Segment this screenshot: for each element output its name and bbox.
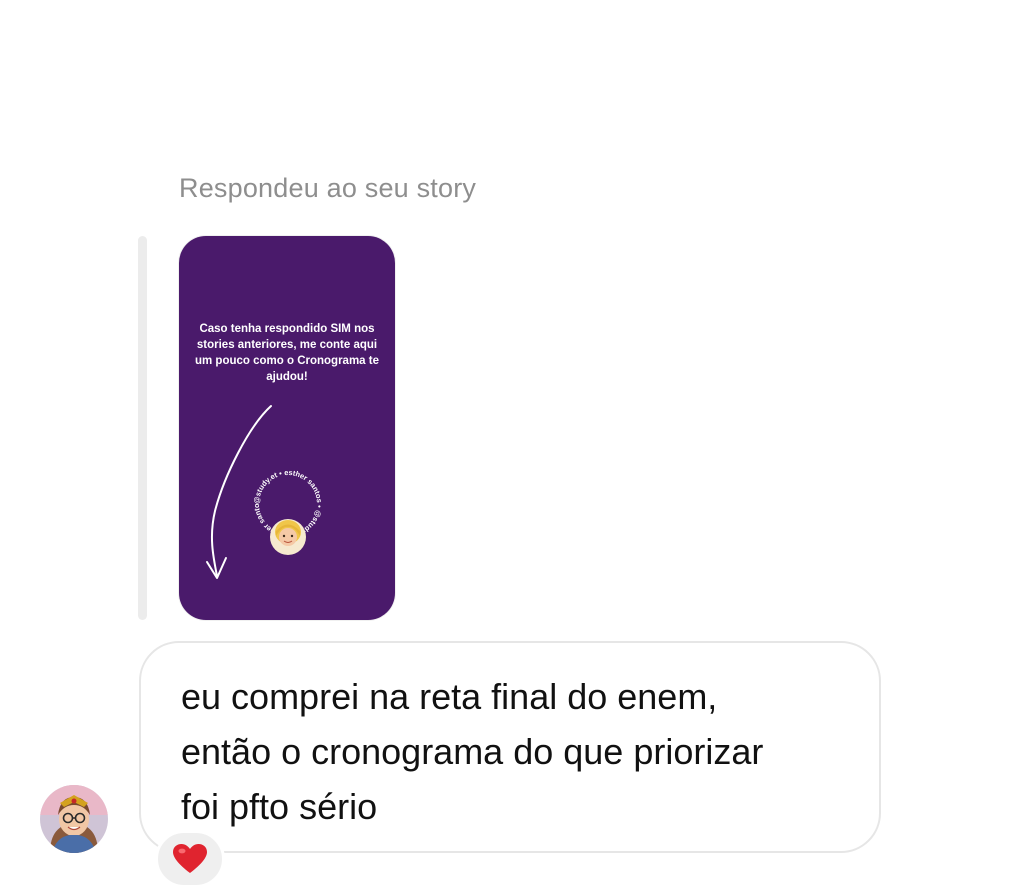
user-avatar-icon <box>40 785 108 853</box>
avatar[interactable] <box>40 785 108 853</box>
reaction-badge[interactable] <box>155 830 225 888</box>
svg-text:@study.et • esther santos • @s: @study.et • esther santos • @study.et • … <box>179 236 324 540</box>
heart-icon <box>173 844 207 873</box>
message-bubble[interactable]: eu comprei na reta final do enem, então … <box>139 641 881 853</box>
message-line: eu comprei na reta final do enem, <box>181 676 718 717</box>
message-line: então o cronograma do que priorizar <box>181 731 764 772</box>
quote-bar <box>138 236 147 620</box>
message-line: foi pfto sério <box>181 786 378 827</box>
badge-text-ring: @study.et • esther santos • @study.et • … <box>179 236 324 540</box>
story-badge: @study.et • esther santos • @study.et • … <box>179 236 324 555</box>
memoji-avatar-icon <box>270 519 306 555</box>
reply-label: Respondeu ao seu story <box>179 173 477 203</box>
message-text: eu comprei na reta final do enem, então … <box>181 669 861 834</box>
story-preview[interactable]: Caso tenha respondido SIM nos stories an… <box>179 236 395 620</box>
